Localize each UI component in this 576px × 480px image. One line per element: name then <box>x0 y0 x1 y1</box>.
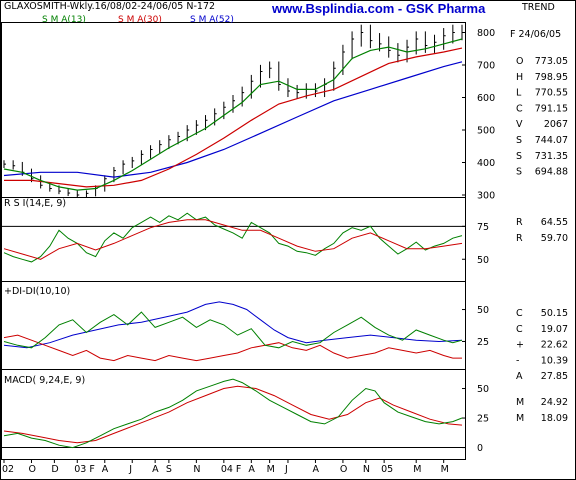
x-tick-label: N <box>193 464 200 475</box>
x-tick-label: A <box>102 464 109 475</box>
macd-readout-value: 18.09 <box>541 413 568 424</box>
price-readout-key: V <box>516 119 523 130</box>
sma30-legend: S M A(30) <box>118 15 162 25</box>
price-readout-value: 744.07 <box>535 135 568 146</box>
price-readout-key: S <box>516 135 522 146</box>
price-tick-label: 700 <box>477 61 495 72</box>
price-tick-label: 800 <box>477 28 495 39</box>
dmi-readout-key: + <box>516 340 524 351</box>
rsi-readout-value: 59.70 <box>541 233 568 244</box>
macd-tick-label: 50 <box>477 384 489 395</box>
rsi-tick-label: 50 <box>477 255 489 266</box>
site-title: www.Bsplindia.com - GSK Pharma <box>271 1 486 16</box>
stock-chart: GLAXOSMITH-Wkly.16/08/02-24/06/05 N-172 … <box>0 0 576 480</box>
price-readout-value: 694.88 <box>535 167 568 178</box>
dmi-readout-value: 27.85 <box>541 371 568 382</box>
macd-panel-label: MACD( 9,24,E, 9) <box>4 375 85 386</box>
macd-readout-key: M <box>516 413 524 424</box>
dmi-readout-value: 10.39 <box>541 355 568 366</box>
rsi-readout-key: R <box>516 217 523 228</box>
price-readout-key: O <box>516 56 523 67</box>
sma13-legend: S M A(13) <box>42 15 86 25</box>
x-tick-label: A <box>152 464 159 475</box>
rsi-readout-key: R <box>516 233 523 244</box>
x-tick-label: N <box>363 464 370 475</box>
chart-frame <box>0 0 576 480</box>
dmi-readout-value: 50.15 <box>541 308 568 319</box>
price-readout-key: S <box>516 167 522 178</box>
price-readout-value: 2067 <box>544 119 568 130</box>
macd-tick-label: 25 <box>477 414 489 425</box>
price-readout-key: C <box>516 103 523 114</box>
sma52-legend: S M A(52) <box>190 15 234 25</box>
price-panel-header: GLAXOSMITH-Wkly.16/08/02-24/06/05 N-172 <box>4 1 215 12</box>
price-readout-key: H <box>516 72 523 83</box>
x-tick-label: O <box>340 464 347 475</box>
dmi-readout-key: C <box>516 324 523 335</box>
price-tick-label: 300 <box>477 191 495 202</box>
dmi-readout-value: 19.07 <box>541 324 568 335</box>
x-tick-label: M <box>267 464 275 475</box>
price-readout-value: 731.35 <box>535 151 568 162</box>
x-tick-label: 03 F <box>74 464 95 475</box>
macd-readout-key: M <box>516 397 524 408</box>
rsi-tick-label: 75 <box>477 222 489 233</box>
price-readout-key: L <box>516 88 522 99</box>
dmi-readout-key: - <box>516 355 519 366</box>
rsi-readout-value: 64.55 <box>541 217 568 228</box>
x-tick-label: S <box>166 464 172 475</box>
macd-readout-value: 24.92 <box>541 397 568 408</box>
price-readout-value: 773.05 <box>535 56 568 67</box>
x-tick-label: J <box>284 464 288 475</box>
dmi-panel-label: +DI-DI(10,10) <box>4 286 70 297</box>
date-label: F 24/06/05 <box>510 29 561 40</box>
x-tick-label: 04 F <box>221 464 242 475</box>
price-tick-label: 500 <box>477 126 495 137</box>
price-tick-label: 400 <box>477 158 495 169</box>
dmi-readout-key: A <box>516 371 523 382</box>
x-tick-label: M <box>441 464 449 475</box>
price-readout-key: S <box>516 151 522 162</box>
price-tick-label: 600 <box>477 93 495 104</box>
x-tick-label: J <box>128 464 132 475</box>
rsi-panel-label: R S I(14,E, 9) <box>4 198 66 209</box>
x-tick-label: A <box>248 464 255 475</box>
price-readout-value: 798.95 <box>535 72 568 83</box>
macd-tick-label: 0 <box>477 443 483 454</box>
dmi-tick-label: 50 <box>477 305 489 316</box>
x-tick-label: 05 <box>381 464 393 475</box>
x-tick-label: A <box>312 464 319 475</box>
dmi-readout-key: C <box>516 308 523 319</box>
x-tick-label: D <box>51 464 58 475</box>
x-tick-label: M <box>413 464 421 475</box>
price-readout-value: 770.55 <box>535 88 568 99</box>
dmi-tick-label: 25 <box>477 337 489 348</box>
dmi-readout-value: 22.62 <box>541 340 568 351</box>
trend-label: TREND <box>521 2 555 13</box>
x-tick-label: O <box>28 464 35 475</box>
price-readout-value: 791.15 <box>535 103 568 114</box>
x-tick-label: 02 <box>2 464 14 475</box>
